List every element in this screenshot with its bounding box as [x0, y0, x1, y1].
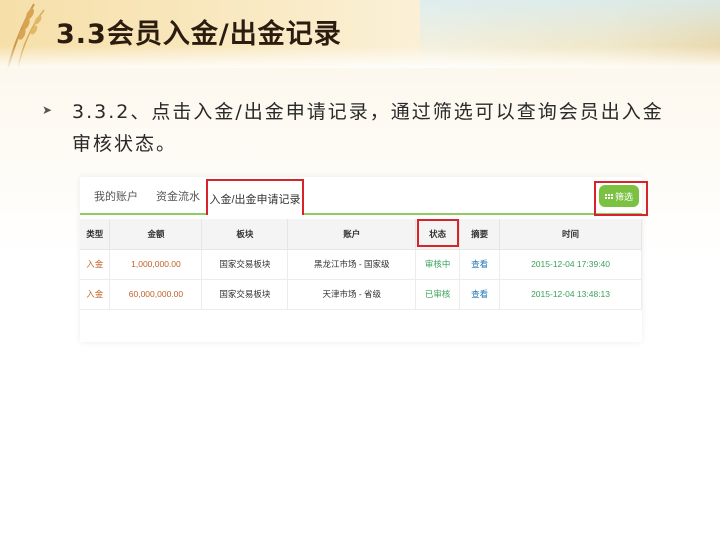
cell-type: 入金	[80, 279, 111, 310]
cell-sector: 国家交易板块	[201, 279, 289, 310]
cell-time: 2015-12-04 13:48:13	[499, 279, 642, 310]
view-link[interactable]: 查看	[459, 249, 501, 280]
column-header-amount: 金额	[109, 219, 203, 250]
table-header-row: 类型 金额 板块 账户 状态 摘要 时间	[80, 219, 642, 250]
cell-sector: 国家交易板块	[201, 249, 289, 280]
column-header-type: 类型	[80, 219, 111, 250]
tab-my-account[interactable]: 我的账户	[94, 188, 138, 204]
column-header-account: 账户	[287, 219, 417, 250]
tab-bar: 我的账户 资金流水 入金/出金申请记录	[80, 177, 642, 215]
cell-type: 入金	[80, 249, 111, 280]
tab-deposit-withdraw-records[interactable]: 入金/出金申请记录	[206, 179, 304, 215]
cell-amount: 1,000,000.00	[109, 249, 203, 280]
status-highlight-box	[417, 219, 460, 247]
bullet-arrow-icon: ➤	[42, 103, 53, 117]
column-header-status: 状态	[415, 219, 461, 250]
column-header-summary: 摘要	[459, 219, 501, 250]
cell-status: 已审核	[415, 279, 461, 310]
view-link[interactable]: 查看	[459, 279, 501, 310]
column-header-time: 时间	[499, 219, 642, 250]
filter-button-label: 筛选	[614, 191, 633, 202]
table-row: 入金 1,000,000.00 国家交易板块 黑龙江市场 - 国家级 审核中 查…	[80, 249, 642, 280]
cell-account: 天津市场 - 省级	[287, 279, 417, 310]
grid-icon	[604, 193, 613, 199]
table-row: 入金 60,000,000.00 国家交易板块 天津市场 - 省级 已审核 查看…	[80, 279, 642, 310]
slide-title: 3.3会员入金/出金记录	[56, 19, 342, 50]
cell-status: 审核中	[415, 249, 461, 280]
records-table: 类型 金额 板块 账户 状态 摘要 时间 入金 1,000,000.00 国家交…	[80, 219, 642, 310]
cell-account: 黑龙江市场 - 国家级	[287, 249, 417, 280]
bullet-paragraph: ➤ 3.3.2、点击入金/出金申请记录，通过筛选可以查询会员出入金审核状态。	[42, 96, 682, 160]
column-header-sector: 板块	[201, 219, 289, 250]
filter-button[interactable]: 筛选	[599, 185, 639, 207]
bullet-text: 3.3.2、点击入金/出金申请记录，通过筛选可以查询会员出入金审核状态。	[72, 101, 664, 155]
records-panel: 我的账户 资金流水 入金/出金申请记录 筛选 类型 金额 板块 账户 状态 摘要…	[80, 177, 648, 342]
cell-amount: 60,000,000.00	[109, 279, 203, 310]
slide-header-banner: 3.3会员入金/出金记录	[0, 0, 720, 68]
cell-time: 2015-12-04 17:39:40	[499, 249, 642, 280]
tab-fund-flow[interactable]: 资金流水	[156, 188, 200, 204]
